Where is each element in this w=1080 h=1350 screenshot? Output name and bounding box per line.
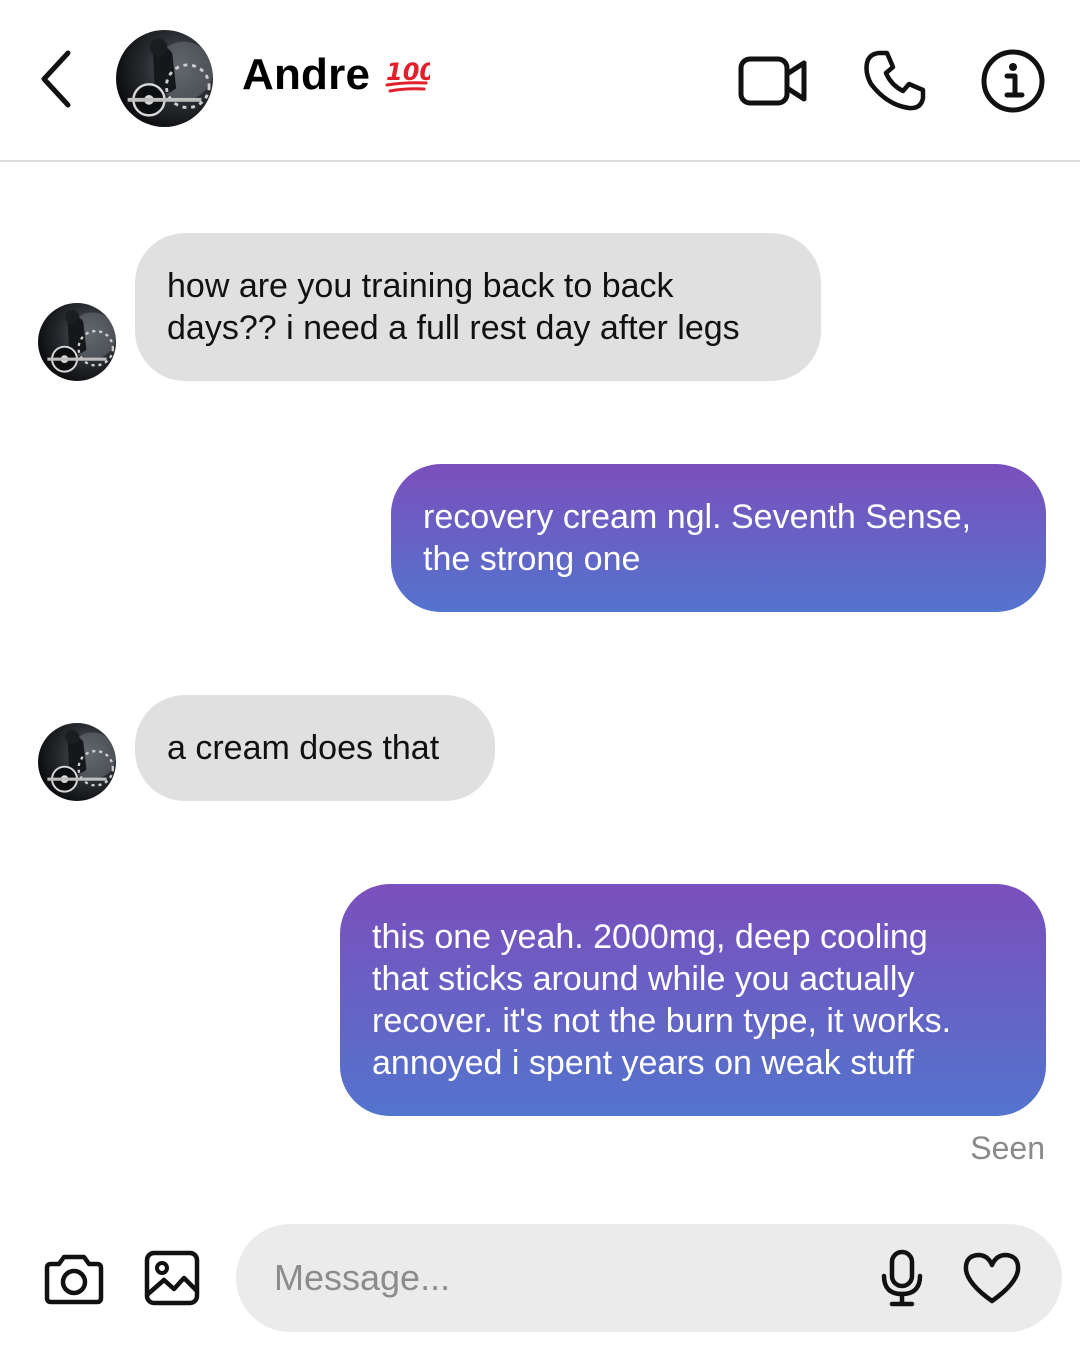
message-text: recovery cream ngl. Seventh Sense, the s… xyxy=(423,498,972,578)
video-camera-icon xyxy=(738,56,807,106)
voice-call-button[interactable] xyxy=(858,44,932,118)
back-button[interactable] xyxy=(32,44,80,114)
outgoing-message-bubble[interactable]: recovery cream ngl. Seventh Sense, the s… xyxy=(391,464,1046,612)
incoming-message-bubble[interactable]: how are you training back to back days??… xyxy=(135,233,821,381)
message-input[interactable] xyxy=(274,1224,834,1332)
chevron-left-icon xyxy=(41,50,71,108)
sender-avatar[interactable] xyxy=(38,723,116,801)
hundred-points-icon: 100 xyxy=(385,58,430,93)
incoming-message-bubble[interactable]: a cream does that xyxy=(135,695,495,801)
voice-message-button[interactable] xyxy=(870,1246,934,1310)
outgoing-message-bubble[interactable]: this one yeah. 2000mg, deep cooling that… xyxy=(340,884,1046,1116)
message-text: a cream does that xyxy=(167,729,440,767)
image-icon xyxy=(144,1250,200,1306)
phone-icon xyxy=(864,50,926,111)
message-composer xyxy=(236,1224,1062,1332)
avatar-photo xyxy=(47,310,116,373)
contact-avatar[interactable] xyxy=(116,30,213,127)
heart-icon xyxy=(963,1252,1021,1304)
gallery-button[interactable] xyxy=(140,1246,204,1310)
chat-header: Andre 100 xyxy=(0,0,1080,162)
microphone-icon xyxy=(881,1249,923,1307)
sender-avatar[interactable] xyxy=(38,303,116,381)
video-call-button[interactable] xyxy=(736,44,810,118)
avatar-photo xyxy=(127,38,213,117)
message-text: this one yeah. 2000mg, deep cooling that… xyxy=(372,918,952,1082)
camera-button[interactable] xyxy=(42,1246,106,1310)
camera-icon xyxy=(44,1254,104,1305)
contact-name[interactable]: Andre xyxy=(242,50,370,100)
info-icon xyxy=(981,49,1045,113)
message-text: how are you training back to back days??… xyxy=(167,267,740,347)
like-button[interactable] xyxy=(960,1246,1024,1310)
avatar-photo xyxy=(47,730,116,793)
seen-status: Seen xyxy=(970,1130,1045,1166)
info-button[interactable] xyxy=(976,44,1050,118)
